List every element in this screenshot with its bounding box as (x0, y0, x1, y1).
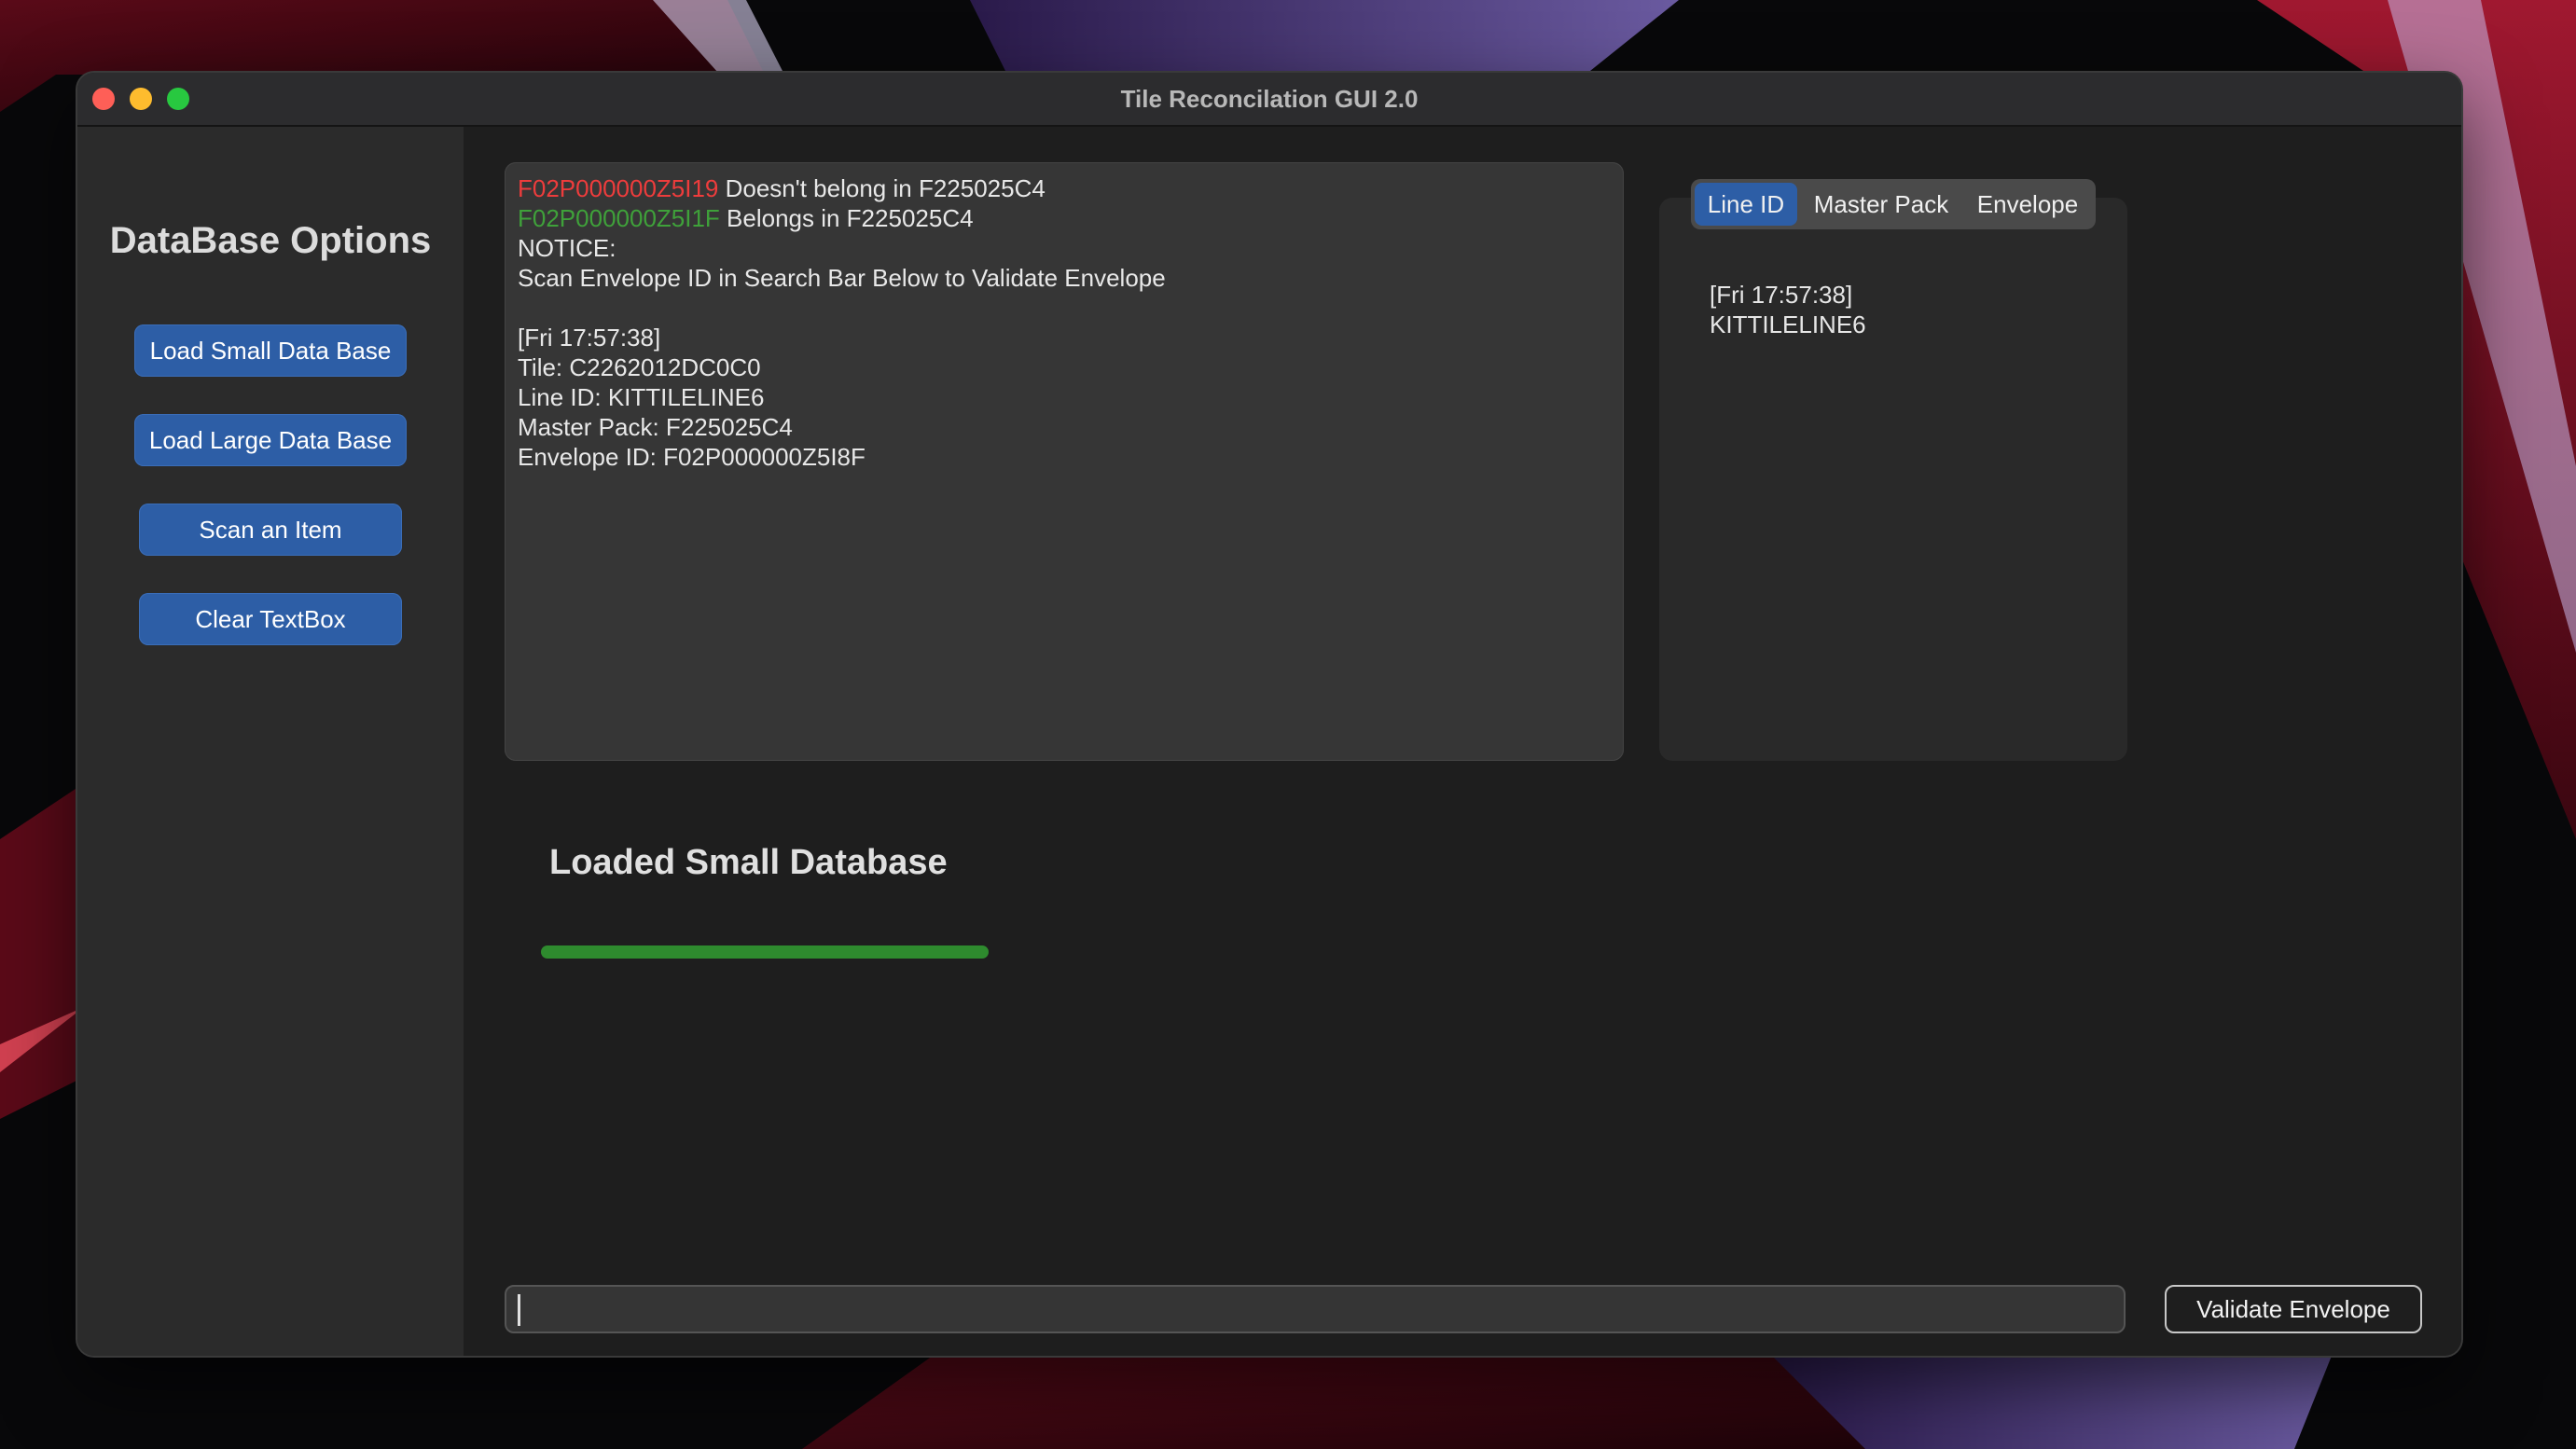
tab-content-value: KITTILELINE6 (1710, 310, 1866, 338)
line-id-value: Line ID: KITTILELINE6 (518, 383, 765, 411)
sidebar: DataBase Options Load Small Data Base Lo… (77, 127, 464, 1356)
progress-bar-fill (541, 945, 989, 959)
output-text: F02P000000Z5I19 Doesn't belong in F22502… (518, 173, 1166, 472)
tile-value: Tile: C2262012DC0C0 (518, 353, 761, 381)
text-cursor (518, 1294, 520, 1326)
mismatch-text: Doesn't belong in F225025C4 (718, 174, 1046, 202)
output-line-match: F02P000000Z5I1F Belongs in F225025C4 (518, 203, 1166, 233)
master-pack-value: Master Pack: F225025C4 (518, 413, 793, 441)
tab-content: [Fri 17:57:38] KITTILELINE6 (1710, 280, 1866, 339)
scan-item-button[interactable]: Scan an Item (139, 504, 402, 556)
output-line-mismatch: F02P000000Z5I19 Doesn't belong in F22502… (518, 173, 1166, 203)
tab-envelope[interactable]: Envelope (1963, 183, 2092, 226)
output-textbox[interactable]: F02P000000Z5I19 Doesn't belong in F22502… (505, 162, 1624, 761)
notice-instruction: Scan Envelope ID in Search Bar Below to … (518, 264, 1166, 292)
progress-bar (541, 945, 989, 959)
notice-label: NOTICE: (518, 234, 616, 262)
tab-master-pack[interactable]: Master Pack (1803, 183, 1960, 226)
tab-content-timestamp: [Fri 17:57:38] (1710, 281, 1853, 309)
tab-selector: Line ID Master Pack Envelope (1691, 179, 2096, 229)
load-large-database-button[interactable]: Load Large Data Base (134, 414, 407, 466)
sidebar-heading: DataBase Options (109, 220, 432, 261)
match-text: Belongs in F225025C4 (719, 204, 974, 232)
title-bar: Tile Reconcilation GUI 2.0 (77, 73, 2461, 127)
validate-envelope-button[interactable]: Validate Envelope (2165, 1285, 2422, 1333)
envelope-search-input[interactable] (505, 1285, 2126, 1333)
match-id: F02P000000Z5I1F (518, 204, 720, 232)
load-small-database-button[interactable]: Load Small Data Base (134, 324, 407, 377)
window-title: Tile Reconcilation GUI 2.0 (1120, 85, 1419, 113)
app-window: Tile Reconcilation GUI 2.0 DataBase Opti… (77, 73, 2461, 1356)
status-label: Loaded Small Database (549, 843, 948, 882)
tab-line-id[interactable]: Line ID (1695, 183, 1797, 226)
scan-timestamp: [Fri 17:57:38] (518, 324, 661, 352)
clear-textbox-button[interactable]: Clear TextBox (139, 593, 402, 645)
mismatch-id: F02P000000Z5I19 (518, 174, 719, 202)
envelope-id-value: Envelope ID: F02P000000Z5I8F (518, 443, 866, 471)
